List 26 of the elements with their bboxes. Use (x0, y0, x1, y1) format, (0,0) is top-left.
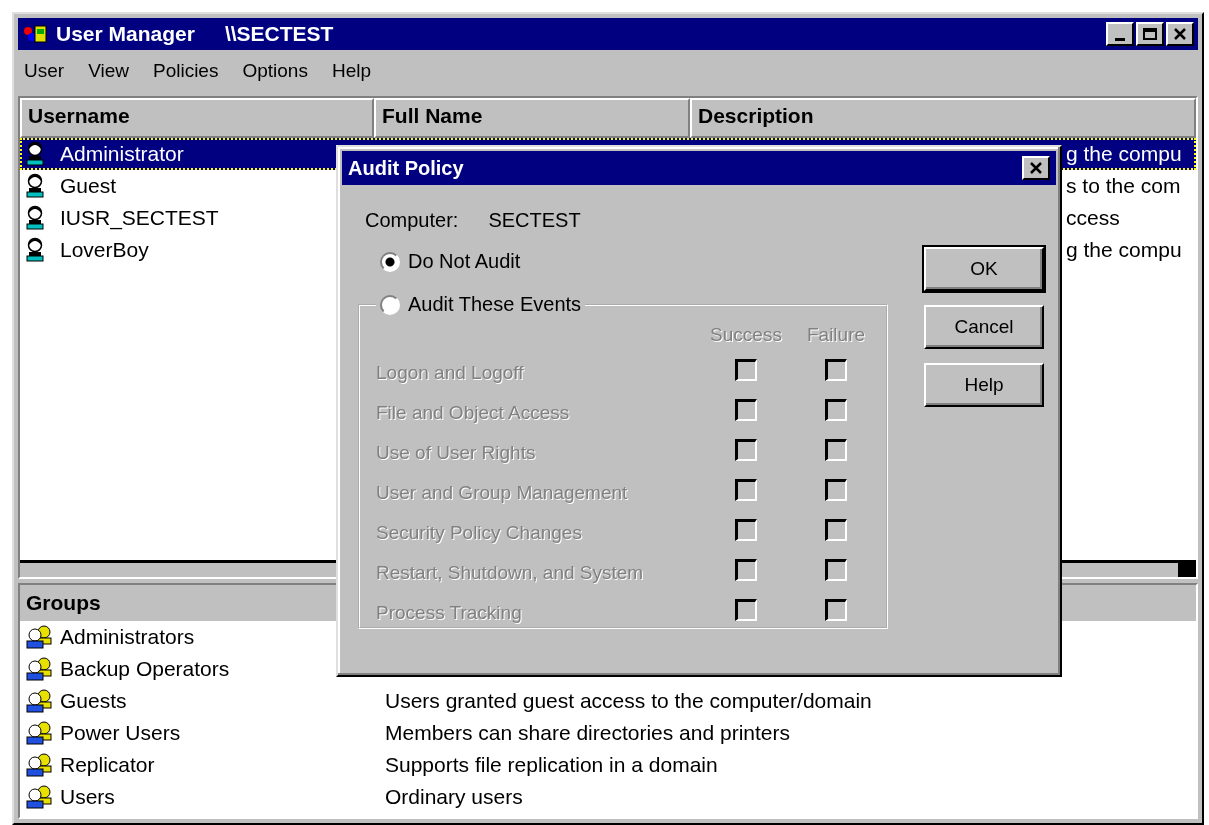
window-title: User Manager (56, 22, 195, 46)
event-label: User and Group Management (376, 481, 629, 504)
event-label: Security Policy Changes (376, 521, 583, 544)
user-description: ccess (1066, 206, 1120, 229)
group-description: Users granted guest access to the computer/domain (385, 689, 872, 712)
computer-name: SECTEST (488, 209, 581, 232)
column-heading: Success (709, 324, 783, 346)
username: LoverBoy (60, 238, 149, 262)
dialog-title: Audit Policy (348, 156, 464, 180)
event-label: File and Object Access (376, 401, 571, 424)
group-description: Ordinary users (385, 785, 523, 808)
username: Guest (60, 174, 117, 198)
event-label: Process Tracking (376, 601, 523, 624)
event-label: Restart, Shutdown, and System (376, 561, 645, 584)
column-heading: Failure (805, 324, 867, 346)
username: Administrator (60, 142, 184, 166)
user-description: s to the com (1066, 174, 1181, 197)
computer-label: Computer: (365, 209, 459, 232)
group-description: Supports file replication in a domain (385, 753, 718, 776)
event-label: Use of User Rights (376, 441, 537, 464)
event-label: Logon and Logoff (376, 361, 525, 384)
user-description: g the compu (1066, 238, 1182, 261)
server-name: \\SECTEST (224, 22, 334, 46)
group-description: Members can share directories and printers (385, 721, 790, 744)
user-description: g the compu (1066, 142, 1182, 165)
username: IUSR_SECTEST (60, 206, 219, 230)
